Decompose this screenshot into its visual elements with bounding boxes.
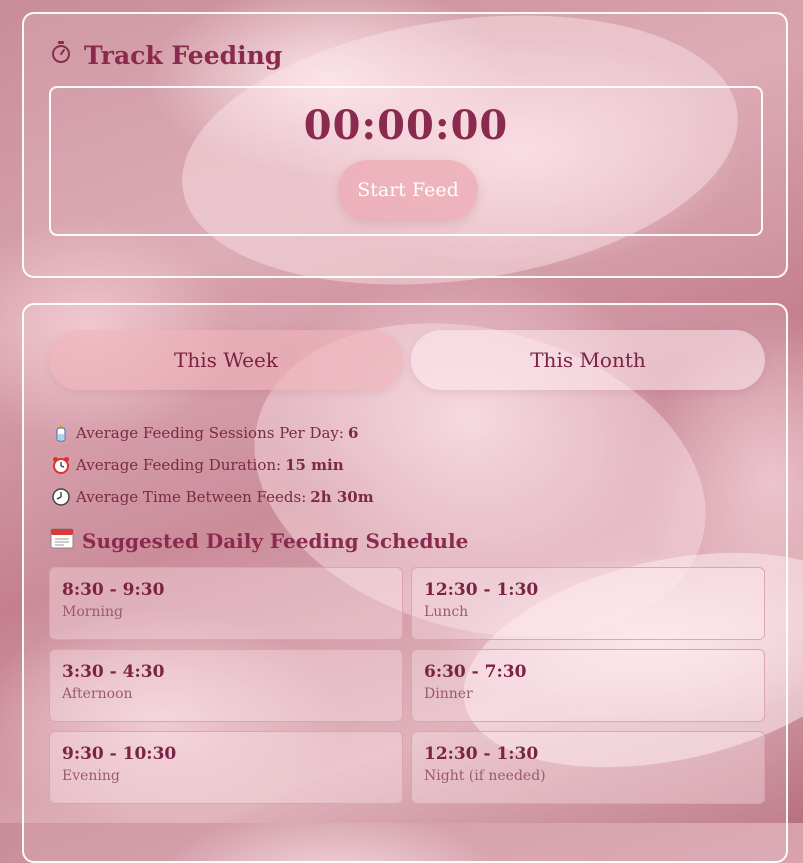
slot-time: 9:30 - 10:30 [62, 744, 177, 764]
slot-label: Evening [62, 768, 120, 784]
stats-list: Average Feeding Sessions Per Day: 6 Aver… [50, 417, 374, 513]
track-feeding-card: Track Feeding 00:00:00 Start Feed [22, 12, 788, 278]
slot-time: 12:30 - 1:30 [424, 744, 539, 764]
slot-time: 12:30 - 1:30 [424, 580, 539, 600]
track-feeding-heading: Track Feeding [84, 40, 283, 70]
slot-label: Night (if needed) [424, 768, 546, 784]
slot-time: 3:30 - 4:30 [62, 662, 165, 682]
alarm-clock-icon [50, 456, 72, 474]
timer-panel: 00:00:00 Start Feed [49, 86, 763, 236]
slot-label: Morning [62, 604, 123, 620]
slot-label: Dinner [424, 686, 473, 702]
slot-label: Afternoon [62, 686, 133, 702]
stat-value: 6 [347, 424, 359, 442]
stat-label: Average Time Between Feeds: [76, 488, 307, 506]
schedule-slot: 3:30 - 4:30 Afternoon [49, 649, 403, 722]
stat-label: Average Feeding Sessions Per Day: [76, 424, 344, 442]
stat-sessions-per-day: Average Feeding Sessions Per Day: 6 [50, 417, 374, 449]
baby-bottle-icon [50, 424, 72, 442]
calendar-icon [50, 527, 74, 554]
slot-time: 8:30 - 9:30 [62, 580, 165, 600]
period-tabs: This Week This Month [49, 330, 765, 390]
tab-this-month[interactable]: This Month [411, 330, 765, 390]
stat-value: 2h 30m [310, 488, 374, 506]
schedule-slot: 9:30 - 10:30 Evening [49, 731, 403, 804]
stat-time-between-feeds: Average Time Between Feeds: 2h 30m [50, 481, 374, 513]
schedule-slot: 6:30 - 7:30 Dinner [411, 649, 765, 722]
feeding-stats-card: This Week This Month Average Feeding Ses… [22, 303, 788, 863]
start-feed-button[interactable]: Start Feed [338, 160, 478, 220]
schedule-title: Suggested Daily Feeding Schedule [50, 527, 468, 554]
schedule-grid: 8:30 - 9:30 Morning 12:30 - 1:30 Lunch 3… [49, 567, 765, 804]
stopwatch-icon [50, 40, 72, 70]
track-feeding-title: Track Feeding [50, 40, 282, 70]
timer-display: 00:00:00 [303, 102, 509, 149]
stat-value: 15 min [285, 456, 344, 474]
slot-time: 6:30 - 7:30 [424, 662, 527, 682]
slot-label: Lunch [424, 604, 469, 620]
clock-icon [50, 488, 72, 506]
stat-feeding-duration: Average Feeding Duration: 15 min [50, 449, 374, 481]
schedule-slot: 8:30 - 9:30 Morning [49, 567, 403, 640]
tab-this-week[interactable]: This Week [49, 330, 403, 390]
stat-label: Average Feeding Duration: [76, 456, 282, 474]
schedule-slot: 12:30 - 1:30 Night (if needed) [411, 731, 765, 804]
schedule-slot: 12:30 - 1:30 Lunch [411, 567, 765, 640]
schedule-heading: Suggested Daily Feeding Schedule [82, 528, 469, 553]
